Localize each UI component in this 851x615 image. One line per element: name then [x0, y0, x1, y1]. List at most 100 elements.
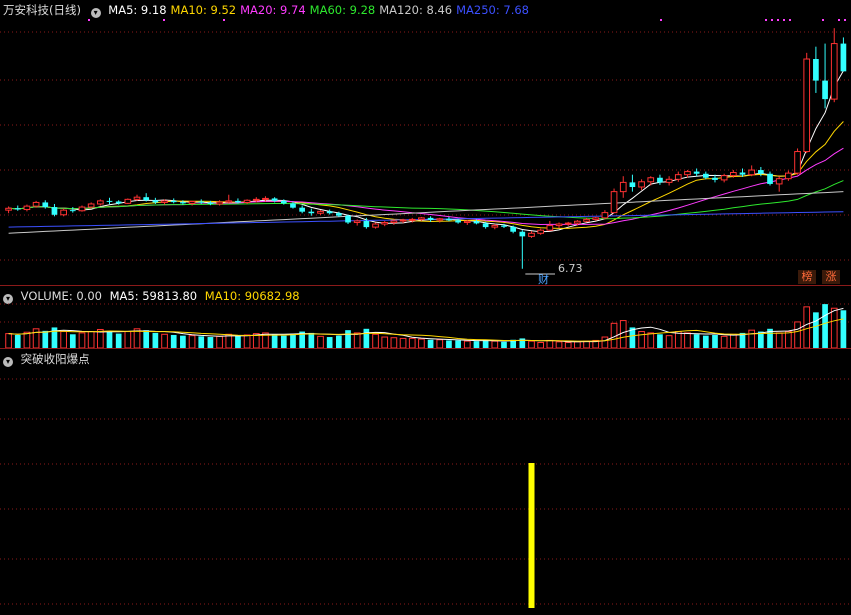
- volume-bar: [822, 304, 828, 348]
- volume-bar: [775, 332, 783, 348]
- volume-bar: [60, 331, 67, 348]
- candle-body: [299, 207, 305, 212]
- volume-bar: [693, 334, 700, 348]
- candle-body: [408, 218, 416, 221]
- candle: [143, 193, 150, 202]
- candle-body: [42, 202, 49, 208]
- volume-bar: [491, 340, 499, 348]
- candle: [840, 37, 847, 72]
- ma-line-2: [8, 147, 844, 226]
- candle-body: [207, 202, 214, 204]
- volume-bar: [473, 341, 480, 348]
- candle-body: [96, 200, 104, 205]
- indicator-chart: [0, 378, 851, 608]
- candle-body: [124, 198, 132, 204]
- volume-bar: [69, 334, 76, 348]
- candle: [436, 217, 444, 223]
- candle-body: [519, 231, 526, 237]
- candle-body: [262, 197, 269, 200]
- candle-body: [785, 172, 792, 180]
- candle-body: [463, 220, 471, 223]
- candle-body: [14, 208, 21, 210]
- candle-body: [592, 217, 600, 220]
- zhang-badge[interactable]: 涨: [822, 270, 840, 284]
- candle-body: [161, 200, 168, 203]
- candle: [720, 173, 728, 183]
- candle: [775, 176, 783, 192]
- signal-dot-8: [789, 19, 791, 21]
- candle-body: [5, 207, 12, 211]
- candle-body: [308, 211, 315, 214]
- signal-dot-7: [783, 19, 785, 21]
- candle-body: [546, 225, 554, 231]
- volume-bar: [702, 335, 709, 348]
- volume-bar: [271, 334, 278, 348]
- candle: [106, 197, 113, 204]
- volume-bar: [235, 335, 241, 348]
- candle-body: [326, 211, 333, 214]
- candle-body: [840, 43, 847, 72]
- volume-bar: [455, 340, 461, 348]
- candle-body: [601, 212, 609, 219]
- candle-body: [619, 181, 627, 193]
- volume-bar: [198, 336, 205, 348]
- candle-body: [225, 200, 233, 203]
- candle-body: [143, 197, 150, 201]
- volume-bar: [345, 330, 351, 348]
- volume-bar: [427, 339, 434, 348]
- candle: [822, 43, 828, 109]
- candle: [243, 199, 251, 204]
- candle-body: [69, 210, 76, 212]
- candle: [528, 231, 535, 238]
- breakout-signal-bar: [528, 463, 535, 608]
- volume-bar: [152, 332, 159, 348]
- volume-bar: [684, 332, 691, 348]
- candle-body: [638, 181, 645, 188]
- candle-body: [564, 222, 572, 225]
- candle-body: [390, 220, 398, 223]
- candle-body: [363, 220, 370, 228]
- candle-body: [180, 202, 186, 204]
- candle-body: [674, 174, 682, 180]
- volume-bar: [638, 331, 645, 348]
- candle-body: [482, 223, 489, 228]
- candle: [693, 168, 700, 177]
- candle: [619, 176, 627, 198]
- candle: [830, 28, 838, 103]
- volume-bar: [830, 307, 838, 348]
- candle: [5, 206, 12, 214]
- candle-body: [758, 170, 764, 174]
- candle-body: [381, 221, 389, 225]
- signal-dot-10: [838, 19, 840, 21]
- volume-bar: [14, 334, 21, 348]
- volume-bar: [657, 334, 663, 348]
- volume-bar: [161, 333, 168, 348]
- candle-body: [455, 220, 461, 223]
- candle: [14, 205, 21, 211]
- volume-bar: [381, 336, 389, 348]
- signal-dot-0: [88, 19, 90, 21]
- candle: [345, 214, 351, 225]
- volume-bar: [32, 328, 40, 348]
- candle: [51, 203, 58, 217]
- volume-bar: [840, 310, 847, 348]
- candle-body: [657, 177, 663, 183]
- bang-badge[interactable]: 榜: [798, 270, 816, 284]
- candle-body: [106, 200, 113, 202]
- volume-bar: [353, 332, 361, 348]
- volume-bar: [436, 339, 444, 348]
- candle-body: [133, 196, 141, 200]
- volume-bar: [418, 338, 425, 348]
- volume-bar: [23, 331, 31, 348]
- candle: [537, 228, 545, 235]
- candle-body: [491, 225, 499, 228]
- signal-dot-4: [765, 19, 767, 21]
- candle-body: [574, 220, 581, 224]
- candle-body: [235, 200, 241, 203]
- volume-bar: [363, 328, 370, 348]
- candle: [381, 220, 389, 227]
- candle-body: [767, 173, 773, 184]
- candle: [491, 224, 499, 230]
- signal-dot-11: [844, 19, 846, 21]
- candle-body: [243, 199, 251, 203]
